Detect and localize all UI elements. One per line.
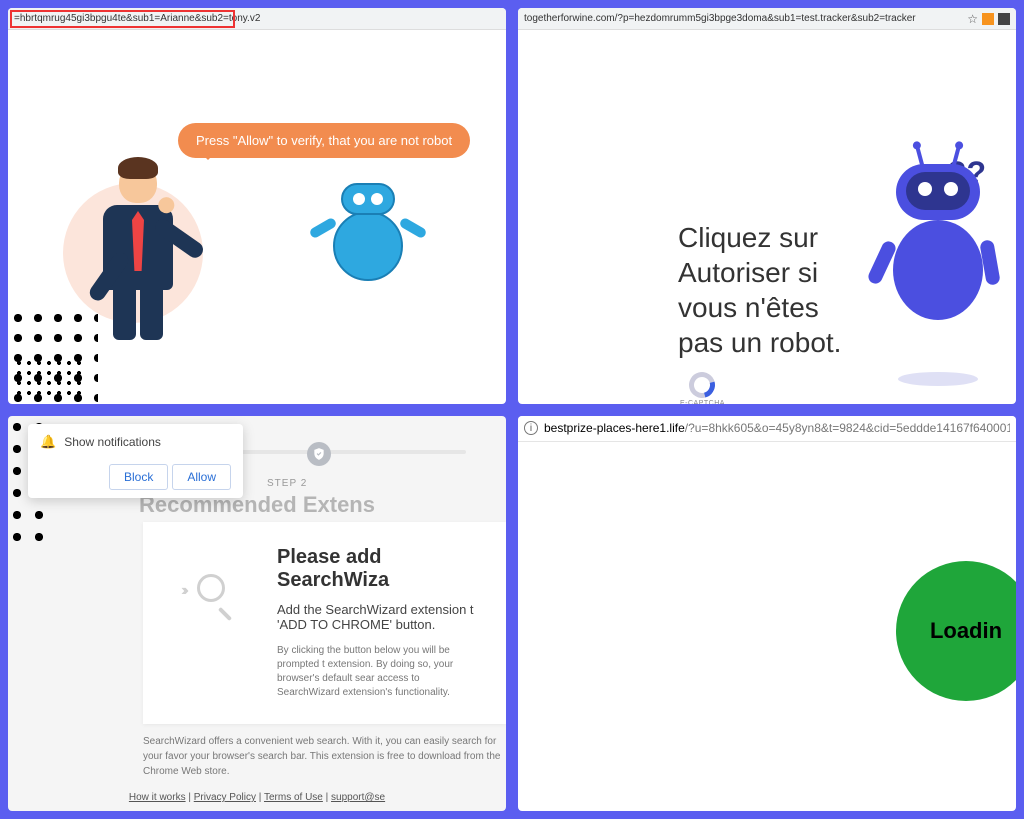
address-bar[interactable]: =hbrtqmrug45gi3bpgu4te&sub1=Arianne&sub2… [8,8,506,30]
footer-description: SearchWizard offers a convenient web sea… [143,734,506,779]
allow-button[interactable]: Allow [172,464,231,490]
captcha-badge: E-CAPTCHA [680,372,725,404]
message-line-4: pas un robot. [678,325,841,360]
notification-title: Show notifications [64,435,161,449]
address-bar[interactable]: i bestprize-places-here1.life/?u=8hkk605… [518,416,1016,442]
speech-bubble: Press "Allow" to verify, that you are no… [178,123,470,158]
link-support[interactable]: support@se [331,792,385,803]
panel-cliquez-autoriser: togetherforwine.com/?p=hezdomrumm5gi3bpg… [518,8,1016,404]
message-line-2: Autoriser si [678,255,841,290]
message-line-3: vous n'êtes [678,290,841,325]
url-domain: bestprize-places-here1.life [544,421,685,435]
link-how-it-works[interactable]: How it works [129,792,186,803]
block-button[interactable]: Block [109,464,168,490]
card-fine-print: By clicking the button below you will be… [277,644,482,700]
url-text: =hbrtqmrug45gi3bpgu4te&sub1=Arianne&sub2… [14,13,500,24]
step-badge-2 [307,442,331,466]
card-lead: Add the SearchWizard extension t 'ADD TO… [277,602,482,632]
businessman-illustration [83,163,193,343]
message-line-1: Cliquez sur [678,220,841,255]
extension-card: ››› Please add SearchWiza Add the Search… [143,522,506,724]
card-heading: Please add SearchWiza [277,546,482,592]
link-terms-of-use[interactable]: Terms of Use [264,792,323,803]
captcha-label: E-CAPTCHA [680,400,725,404]
link-privacy-policy[interactable]: Privacy Policy [194,792,256,803]
extension-icon-2[interactable] [998,13,1010,25]
search-speed-icon: ››› [173,574,233,623]
panel-loading-prize: i bestprize-places-here1.life/?u=8hkk605… [518,416,1016,812]
address-bar[interactable]: togetherforwine.com/?p=hezdomrumm5gi3bpg… [518,8,1016,30]
info-icon[interactable]: i [524,421,538,435]
main-message: Cliquez sur Autoriser si vous n'êtes pas… [678,220,841,360]
loading-text: Loadin [930,618,1002,644]
step-2-label: STEP 2 [267,478,307,489]
robot-purple-illustration [868,160,1008,380]
panel-searchwizard-extension: STEP 2 Recommended Extens ››› Please add… [8,416,506,812]
bell-icon: 🔔 [40,434,56,450]
shield-check-icon [312,447,326,461]
extension-icon[interactable] [982,13,994,25]
captcha-icon [685,367,721,403]
bookmark-star-icon[interactable]: ☆ [967,12,978,26]
url-path: /?u=8hkk605&o=45y8yn8&t=9824&cid=5eddde1… [685,421,1010,435]
urlbar-right-icons: ☆ [967,12,1010,26]
panel-press-allow-robot: =hbrtqmrug45gi3bpgu4te&sub1=Arianne&sub2… [8,8,506,404]
decorative-dots-small [14,358,84,398]
url-text: togetherforwine.com/?p=hezdomrumm5gi3bpg… [524,13,961,24]
notification-prompt: 🔔 Show notifications Block Allow [28,424,243,498]
url-text: bestprize-places-here1.life/?u=8hkk605&o… [544,421,1010,435]
robot-blue-illustration [308,183,428,303]
footer-links: How it works | Privacy Policy | Terms of… [8,792,506,803]
loading-badge: Loadin [896,561,1016,701]
